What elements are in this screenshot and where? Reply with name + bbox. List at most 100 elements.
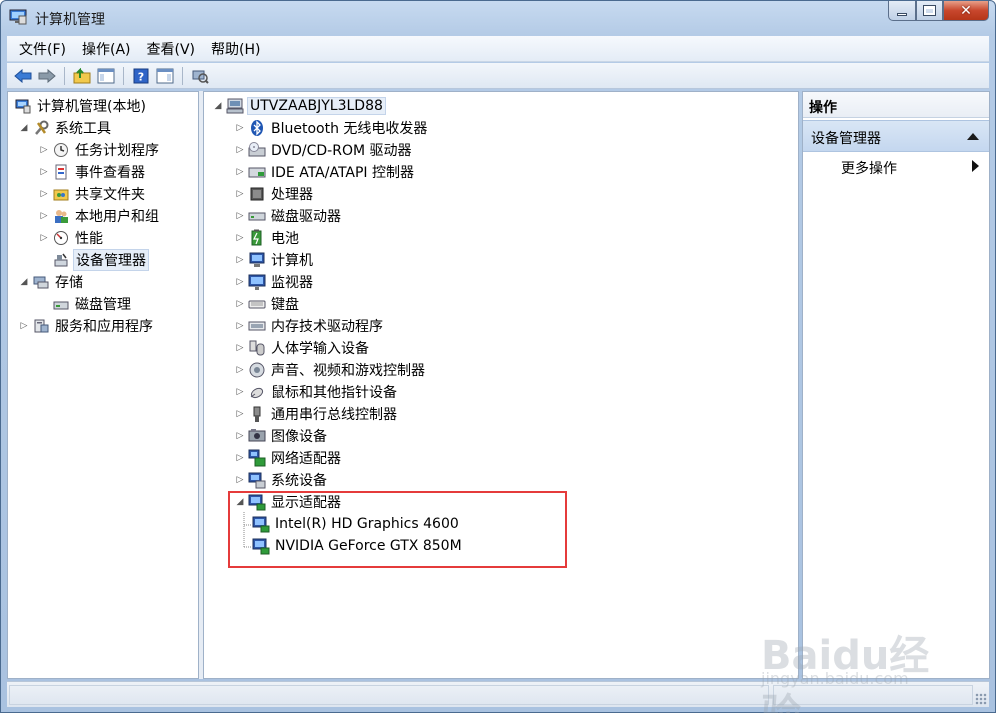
collapsed-arrow-icon[interactable]: ▷: [234, 474, 246, 486]
help-icon: ?: [133, 68, 149, 83]
collapsed-arrow-icon[interactable]: ▷: [18, 320, 30, 332]
collapsed-arrow-icon[interactable]: ▷: [234, 320, 246, 332]
collapsed-arrow-icon[interactable]: ▷: [234, 364, 246, 376]
device-category-0[interactable]: ▷ Bluetooth 无线电收发器: [234, 117, 429, 139]
baidu-watermark: Baidu经验 jingyan.baidu.com: [761, 611, 961, 713]
processor-icon: [248, 185, 266, 203]
resize-grip-icon[interactable]: [975, 693, 987, 705]
title-bar[interactable]: 计算机管理 ✕: [1, 1, 995, 35]
console-tree-icon: [97, 68, 115, 83]
services-icon: [32, 317, 50, 335]
minimize-icon: [897, 13, 907, 16]
collapsed-arrow-icon[interactable]: ▷: [234, 452, 246, 464]
more-actions-item[interactable]: 更多操作: [841, 158, 897, 178]
device-category-12[interactable]: ▷ 鼠标和其他指针设备: [234, 381, 399, 403]
device-category-16[interactable]: ▷ 系统设备: [234, 469, 329, 491]
collapsed-arrow-icon[interactable]: ▷: [234, 408, 246, 420]
collapsed-arrow-icon[interactable]: ▷: [234, 210, 246, 222]
device-category-5[interactable]: ▷ 电池: [234, 227, 301, 249]
device-category-7[interactable]: ▷ 监视器: [234, 271, 315, 293]
scan-hardware-button[interactable]: [189, 66, 211, 86]
device-category-3[interactable]: ▷ 处理器: [234, 183, 315, 205]
device-category-15[interactable]: ▷ 网络适配器: [234, 447, 343, 469]
device-category-2[interactable]: ▷ IDE ATA/ATAPI 控制器: [234, 161, 416, 183]
toolbar-separator: [182, 66, 183, 85]
tree-item-task-scheduler[interactable]: ▷ 任务计划程序: [38, 139, 161, 161]
collapsed-arrow-icon[interactable]: ▷: [234, 298, 246, 310]
tree-item-local-users-groups[interactable]: ▷ 本地用户和组: [38, 205, 161, 227]
device-category-8[interactable]: ▷ 键盘: [234, 293, 301, 315]
tree-item-shared-folders[interactable]: ▷ 共享文件夹: [38, 183, 147, 205]
collapsed-arrow-icon[interactable]: ▷: [234, 166, 246, 178]
device-tree-root[interactable]: ◢ UTVZAABJYL3LD88: [212, 95, 386, 117]
collapsed-arrow-icon[interactable]: ▷: [38, 232, 50, 244]
toolbar: ?: [7, 63, 989, 89]
up-folder-button[interactable]: [71, 66, 93, 86]
tree-item-label: 事件查看器: [75, 165, 145, 181]
maximize-button[interactable]: [916, 1, 943, 21]
tree-item-services-applications[interactable]: ▷ 服务和应用程序: [18, 315, 155, 337]
tree-item-label: 性能: [75, 231, 103, 247]
computer-icon: [248, 251, 266, 269]
tree-item-storage[interactable]: ◢ 存储: [18, 271, 85, 293]
window-title: 计算机管理: [35, 12, 105, 28]
show-hide-console-tree-button[interactable]: [95, 66, 117, 86]
back-button[interactable]: [12, 66, 34, 86]
tree-item-disk-management[interactable]: 磁盘管理: [50, 293, 133, 315]
expanded-arrow-icon[interactable]: ◢: [18, 122, 30, 134]
device-category-6[interactable]: ▷ 计算机: [234, 249, 315, 271]
tree-item-computer-management[interactable]: 计算机管理(本地): [12, 95, 148, 117]
device-category-11[interactable]: ▷ 声音、视频和游戏控制器: [234, 359, 427, 381]
collapsed-arrow-icon[interactable]: ▷: [38, 188, 50, 200]
collapse-section-icon[interactable]: [967, 133, 979, 140]
action-section-device-manager[interactable]: 设备管理器: [803, 120, 989, 152]
device-tree-pane[interactable]: ◢ UTVZAABJYL3LD88 ▷ Bluetooth 无线电收发器 ▷ DVD/…: [203, 91, 799, 679]
tree-item-system-tools[interactable]: ◢ 系统工具: [18, 117, 113, 139]
collapsed-arrow-icon[interactable]: ▷: [234, 276, 246, 288]
dvd-drive-icon: [248, 141, 266, 159]
expanded-arrow-icon[interactable]: ◢: [212, 100, 224, 112]
expanded-arrow-icon[interactable]: ◢: [18, 276, 30, 288]
device-category-label: 电池: [271, 231, 299, 247]
collapsed-arrow-icon[interactable]: ▷: [234, 386, 246, 398]
device-category-label: 通用串行总线控制器: [271, 407, 397, 423]
collapsed-arrow-icon[interactable]: ▷: [234, 232, 246, 244]
device-category-label: IDE ATA/ATAPI 控制器: [271, 165, 415, 181]
device-category-1[interactable]: ▷ DVD/CD-ROM 驱动器: [234, 139, 414, 161]
minimize-button[interactable]: [888, 1, 916, 21]
collapsed-arrow-icon[interactable]: ▷: [234, 188, 246, 200]
menu-help[interactable]: 帮助(H): [203, 39, 268, 59]
tree-item-label: 存储: [55, 275, 83, 291]
tree-item-device-manager[interactable]: 设备管理器: [50, 249, 149, 271]
toolbar-separator: [123, 66, 124, 85]
device-category-14[interactable]: ▷ 图像设备: [234, 425, 329, 447]
collapsed-arrow-icon[interactable]: ▷: [234, 144, 246, 156]
more-actions-arrow-icon[interactable]: [972, 160, 979, 172]
console-tree-pane[interactable]: 计算机管理(本地) ◢ 系统工具 ▷ 任务计划程序 ▷ 事件查看器 ▷ 共享文件…: [7, 91, 199, 679]
device-category-4[interactable]: ▷ 磁盘驱动器: [234, 205, 343, 227]
monitor-icon: [248, 273, 266, 291]
device-category-10[interactable]: ▷ 人体学输入设备: [234, 337, 371, 359]
menu-action[interactable]: 操作(A): [74, 39, 139, 59]
device-category-9[interactable]: ▷ 内存技术驱动程序: [234, 315, 385, 337]
tree-item-label: 任务计划程序: [75, 143, 159, 159]
disk-drive-icon: [248, 207, 266, 225]
collapsed-arrow-icon[interactable]: ▷: [234, 122, 246, 134]
menu-view[interactable]: 查看(V): [139, 39, 204, 59]
tree-item-event-viewer[interactable]: ▷ 事件查看器: [38, 161, 147, 183]
collapsed-arrow-icon[interactable]: ▷: [38, 210, 50, 222]
forward-button[interactable]: [36, 66, 58, 86]
device-category-13[interactable]: ▷ 通用串行总线控制器: [234, 403, 399, 425]
collapsed-arrow-icon[interactable]: ▷: [38, 166, 50, 178]
help-button[interactable]: ?: [130, 66, 152, 86]
menu-file[interactable]: 文件(F): [11, 39, 74, 59]
collapsed-arrow-icon[interactable]: ▷: [234, 342, 246, 354]
tree-item-performance[interactable]: ▷ 性能: [38, 227, 105, 249]
collapsed-arrow-icon[interactable]: ▷: [38, 144, 50, 156]
action-pane-header: 操作: [803, 92, 989, 118]
collapsed-arrow-icon[interactable]: ▷: [234, 430, 246, 442]
action-section-label: 设备管理器: [811, 131, 881, 147]
close-button[interactable]: ✕: [943, 1, 989, 21]
collapsed-arrow-icon[interactable]: ▷: [234, 254, 246, 266]
show-hide-action-pane-button[interactable]: [154, 66, 176, 86]
